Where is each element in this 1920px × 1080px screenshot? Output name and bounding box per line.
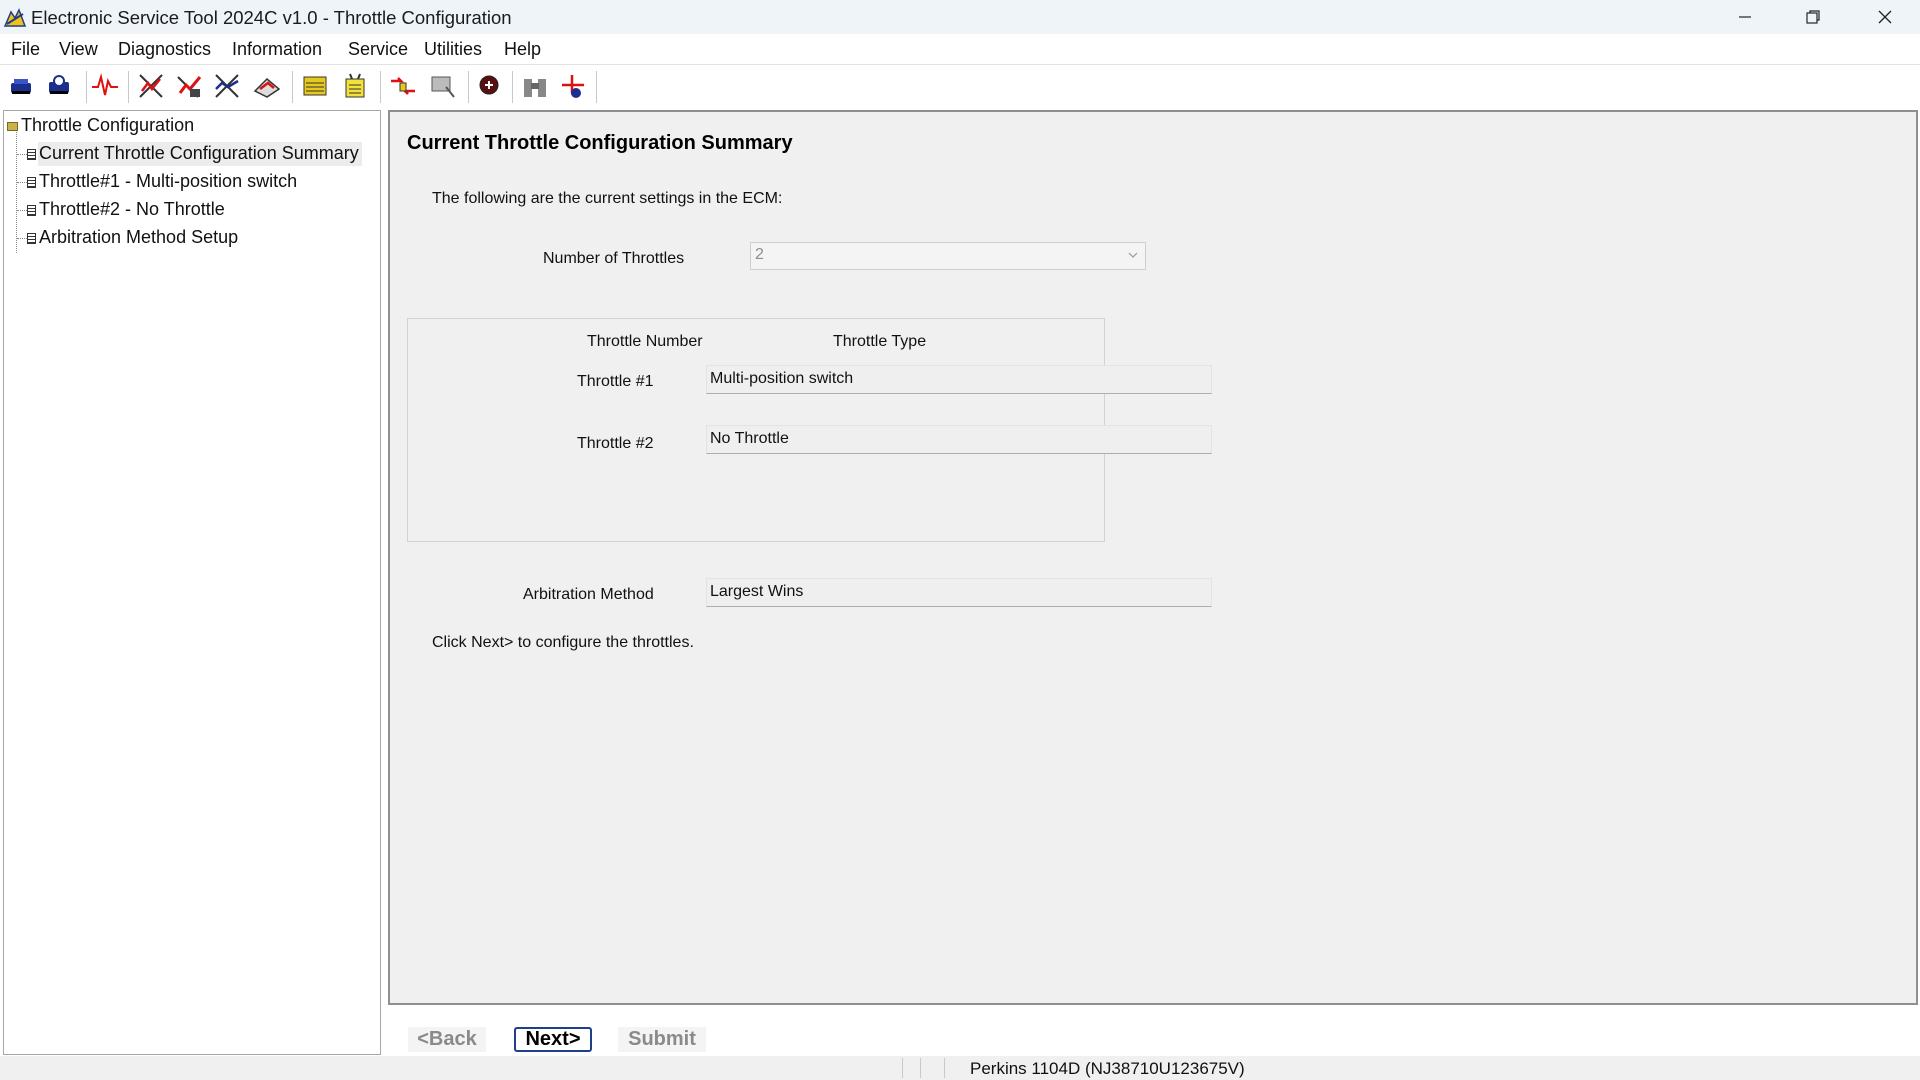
number-of-throttles-value: 2 — [755, 246, 764, 263]
toolbar-separator — [128, 71, 129, 103]
title-bar: Electronic Service Tool 2024C v1.0 - Thr… — [0, 0, 1920, 34]
data-link-icon[interactable] — [558, 71, 588, 101]
minimize-button[interactable] — [1710, 0, 1780, 34]
throttle-group-box: Throttle Number Throttle Type Throttle #… — [407, 318, 1212, 542]
menu-help[interactable]: Help — [504, 39, 541, 60]
tree-root[interactable]: Throttle Configuration — [7, 114, 197, 138]
tree-item-label: Throttle#2 - No Throttle — [39, 199, 225, 219]
arbitration-method-field: Largest Wins — [706, 578, 1212, 607]
menu-view[interactable]: View — [59, 39, 98, 60]
tree-item-arbitration[interactable]: Arbitration Method Setup — [27, 226, 241, 250]
tree-connector — [17, 210, 27, 211]
toolbar — [0, 65, 1920, 107]
intro-text: The following are the current settings i… — [432, 190, 783, 207]
connect-icon[interactable] — [6, 71, 36, 101]
window-title: Electronic Service Tool 2024C v1.0 - Thr… — [31, 7, 512, 28]
number-of-throttles-select[interactable]: 2 — [750, 242, 1146, 270]
toolbar-separator — [512, 71, 513, 103]
tree-connector — [16, 127, 17, 253]
tree-item-summary[interactable]: Current Throttle Configuration Summary — [27, 142, 362, 166]
number-of-throttles-label: Number of Throttles — [543, 250, 685, 267]
tree-item-label: Throttle#1 - Multi-position switch — [39, 171, 298, 191]
menu-diagnostics[interactable]: Diagnostics — [118, 39, 211, 60]
app-logo-icon — [3, 8, 27, 27]
minimize-icon — [1739, 16, 1751, 18]
menu-file[interactable]: File — [11, 39, 40, 60]
status-icon[interactable] — [90, 71, 120, 101]
toolbar-separator — [380, 71, 381, 103]
page-icon — [27, 232, 36, 244]
binoculars-icon[interactable] — [520, 71, 550, 101]
tree-connector — [17, 154, 27, 155]
ecm-status-text: Perkins 1104D (NJ38710U123675V) — [970, 1059, 1245, 1078]
tree-item-throttle-1[interactable]: Throttle#1 - Multi-position switch — [27, 170, 300, 194]
page-icon — [27, 176, 36, 188]
column-header-throttle-type: Throttle Type — [833, 333, 927, 350]
throttle-2-type-value: No Throttle — [710, 430, 789, 447]
troubleshoot-icon[interactable] — [474, 71, 504, 101]
toolbar-separator — [468, 71, 469, 103]
arbitration-method-label: Arbitration Method — [523, 586, 654, 603]
tree-root-label: Throttle Configuration — [21, 115, 195, 135]
logged-diagnostics-icon[interactable] — [174, 71, 204, 101]
status-divider — [920, 1058, 921, 1078]
flash-icon[interactable] — [388, 71, 418, 101]
active-diagnostics-icon[interactable] — [136, 71, 166, 101]
ecm-summary-icon[interactable] — [300, 71, 330, 101]
print-icon[interactable] — [428, 71, 458, 101]
tree-item-label: Arbitration Method Setup — [39, 227, 239, 247]
tree-connector — [17, 238, 27, 239]
status-divider — [902, 1058, 903, 1078]
close-button[interactable] — [1850, 0, 1920, 34]
page-icon — [27, 148, 36, 160]
submit-button[interactable]: Submit — [618, 1027, 706, 1052]
page-title: Current Throttle Configuration Summary — [407, 132, 793, 154]
close-icon — [1878, 10, 1892, 24]
tree-item-throttle-2[interactable]: Throttle#2 - No Throttle — [27, 198, 228, 222]
configuration-icon[interactable] — [340, 71, 370, 101]
restore-button[interactable] — [1778, 0, 1848, 34]
throttle-1-type-field: Multi-position switch — [706, 365, 1212, 394]
navigation-tree: Throttle Configuration Current Throttle … — [3, 110, 381, 1055]
clear-codes-icon[interactable] — [252, 71, 282, 101]
status-divider — [944, 1058, 945, 1078]
tree-connector — [17, 182, 27, 183]
chevron-down-icon — [1128, 252, 1138, 258]
toolbar-separator — [86, 71, 87, 103]
menu-information[interactable]: Information — [232, 39, 322, 60]
toolbar-separator — [596, 71, 597, 103]
arbitration-method-value: Largest Wins — [710, 583, 804, 600]
menu-bar: File View Diagnostics Information Servic… — [0, 34, 1920, 65]
events-icon[interactable] — [212, 71, 242, 101]
instruction-text: Click Next> to configure the throttles. — [432, 634, 694, 651]
folder-icon — [7, 121, 18, 131]
throttle-1-type-value: Multi-position switch — [710, 370, 854, 387]
throttle-1-label: Throttle #1 — [577, 373, 654, 390]
column-header-throttle-number: Throttle Number — [587, 333, 703, 350]
disconnect-icon[interactable] — [44, 71, 74, 101]
menu-service[interactable]: Service — [348, 39, 408, 60]
content-panel: Current Throttle Configuration Summary T… — [388, 110, 1918, 1005]
next-button[interactable]: Next> — [514, 1027, 592, 1052]
menu-utilities[interactable]: Utilities — [424, 39, 482, 60]
back-button[interactable]: <Back — [408, 1027, 486, 1052]
page-icon — [27, 204, 36, 216]
throttle-2-type-field: No Throttle — [706, 425, 1212, 454]
restore-icon — [1806, 10, 1820, 24]
tree-item-label: Current Throttle Configuration Summary — [38, 142, 362, 166]
throttle-2-label: Throttle #2 — [577, 435, 654, 452]
status-bar: Perkins 1104D (NJ38710U123675V) — [0, 1056, 1920, 1080]
toolbar-separator — [292, 71, 293, 103]
